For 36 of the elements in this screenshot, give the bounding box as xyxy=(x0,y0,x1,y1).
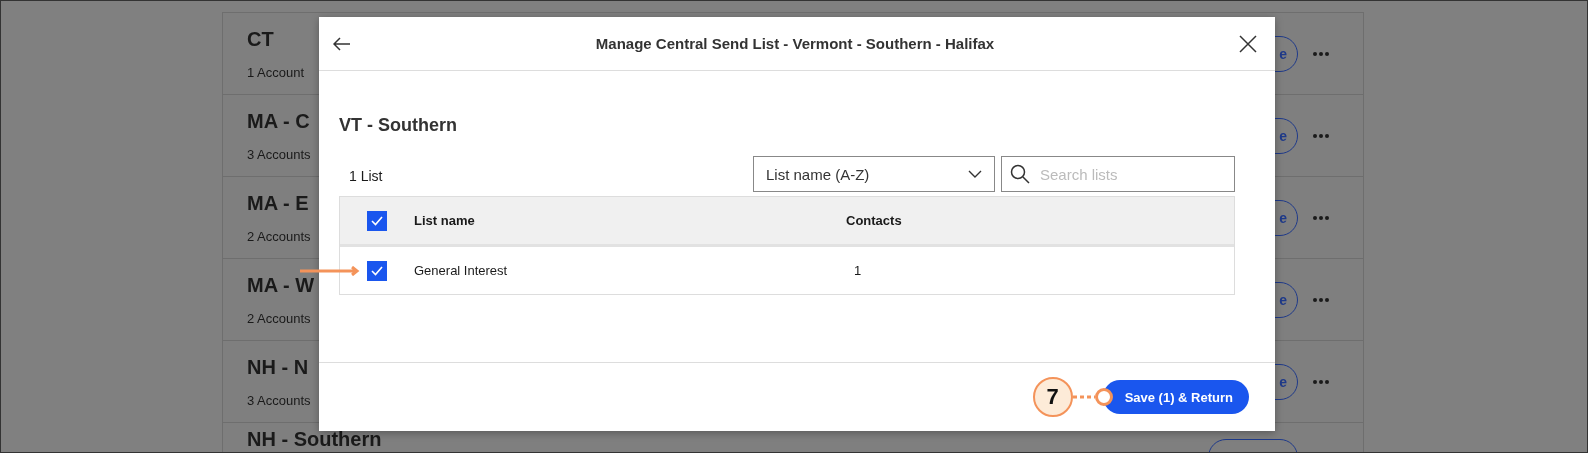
search-field[interactable]: Search lists xyxy=(1001,156,1235,192)
more-icon[interactable] xyxy=(1313,297,1329,302)
group-name: MA - C xyxy=(247,109,310,133)
list-count: 1 List xyxy=(348,167,384,184)
check-icon xyxy=(371,215,383,226)
account-count: 2 Accounts xyxy=(247,228,311,244)
section-title: VT - Southern xyxy=(339,115,458,136)
list-name: General Interest xyxy=(414,263,509,278)
more-icon[interactable] xyxy=(1313,215,1329,220)
step-badge: 7 xyxy=(1032,377,1073,417)
contact-count: 1 xyxy=(853,263,862,278)
row-checkbox[interactable] xyxy=(367,260,387,281)
group-name: MA - W xyxy=(247,273,314,297)
chevron-icon xyxy=(968,170,982,178)
back-icon[interactable] xyxy=(333,36,351,51)
account-count: 3 Accounts xyxy=(247,146,311,162)
column-header: List name xyxy=(414,213,476,228)
account-count: 1 Account xyxy=(247,64,305,80)
select-all-checkbox[interactable] xyxy=(367,210,387,231)
group-name: CT xyxy=(247,27,274,51)
account-count: 3 Accounts xyxy=(247,392,311,408)
account-count: 2 Accounts xyxy=(247,310,311,326)
marker-ring xyxy=(1094,388,1113,406)
dialog-title: Manage Central Send List - Vermont - Southern - Halifax xyxy=(595,35,995,52)
sort-dropdown[interactable]: List name (A-Z) xyxy=(753,156,995,192)
search-icon xyxy=(1010,164,1030,184)
more-icon[interactable] xyxy=(1313,133,1329,138)
group-name: NH - Southern xyxy=(247,429,382,449)
close-icon[interactable] xyxy=(1239,34,1257,53)
column-header: Contacts xyxy=(846,213,902,228)
more-icon[interactable] xyxy=(1313,51,1329,56)
group-name: MA - E xyxy=(247,191,309,215)
check-icon xyxy=(371,265,383,276)
dotted-leader-line xyxy=(1072,394,1095,400)
group-name: NH - N xyxy=(247,355,309,379)
more-icon[interactable] xyxy=(1313,379,1329,384)
